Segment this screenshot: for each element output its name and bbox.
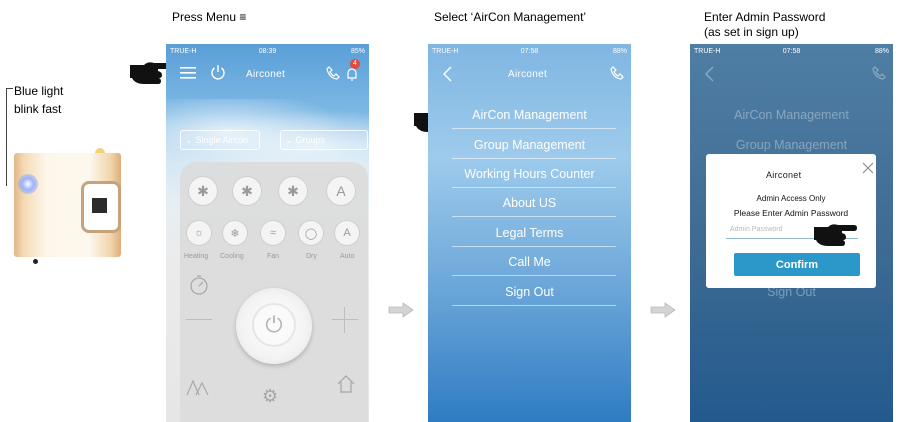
menu-item-legal-terms[interactable]: Legal Terms: [428, 226, 631, 240]
timer-icon[interactable]: [188, 274, 210, 296]
device-button[interactable]: [92, 198, 107, 213]
device-foot: [33, 259, 38, 264]
back-chevron-icon[interactable]: [704, 66, 714, 82]
home-icon[interactable]: [336, 374, 356, 394]
hamburger-menu-icon[interactable]: [180, 66, 196, 80]
back-chevron-icon[interactable]: [442, 66, 452, 82]
chevron-down-icon: ⌄: [285, 134, 293, 145]
fan-mode-icon[interactable]: ≈: [260, 220, 286, 246]
menu-item-call-me[interactable]: Call Me: [428, 255, 631, 269]
power-toggle-icon[interactable]: [210, 64, 226, 80]
phone-call-icon[interactable]: [872, 66, 886, 80]
blue-led-icon: [18, 174, 38, 194]
menu-item-group-management[interactable]: Group Management: [428, 138, 631, 152]
phone-screen-admin-login: TRUE-H 07:58 88% AirCon Management Group…: [690, 44, 893, 422]
menu-divider: [452, 158, 616, 159]
clock-label: 08:39: [258, 47, 277, 55]
app-logo: Airconet: [246, 69, 286, 80]
menu-divider: [452, 128, 616, 129]
menu-item-group-management-dimmed: Group Management: [735, 138, 848, 152]
power-symbol-icon: ⏻: [252, 303, 296, 347]
pointing-hand-icon: [814, 224, 857, 246]
admin-access-text: Admin Access Only: [756, 194, 826, 203]
single-aircon-label: Single Aircon: [195, 135, 249, 145]
status-bar: TRUE-H 07:58 88%: [428, 44, 631, 58]
device-note: Blue light blink fast: [14, 82, 63, 118]
heating-icon[interactable]: ☼: [186, 220, 212, 246]
menu-item-aircon-management-dimmed: AirCon Management: [734, 108, 849, 122]
mode-label-dry: Dry: [306, 253, 317, 260]
temp-plus-button[interactable]: [332, 319, 358, 320]
confirm-button[interactable]: Confirm: [734, 253, 860, 276]
fan-auto-button[interactable]: A: [326, 176, 356, 206]
close-icon[interactable]: [862, 162, 874, 174]
menu-item-sign-out[interactable]: Sign Out: [428, 285, 631, 299]
phone-screen-menu: TRUE-H 07:58 88% Airconet AirCon Managem…: [428, 44, 631, 422]
menu-divider: [452, 187, 616, 188]
groups-label: Groups: [295, 135, 326, 145]
menu-divider: [452, 216, 616, 217]
mode-label-auto: Auto: [340, 253, 355, 260]
step2-caption: Select ‘AirCon Management’: [434, 10, 587, 24]
status-bar: TRUE-H 08:39 85%: [166, 44, 369, 58]
chevron-down-icon: ⌄: [185, 134, 193, 145]
menu-divider: [452, 246, 616, 247]
phone-screen-home: TRUE-H 08:39 85% Airconet 4 ⌄ Single Air…: [166, 44, 369, 422]
fan-low-icon[interactable]: ✱: [188, 176, 218, 206]
phone-call-icon[interactable]: [326, 66, 340, 80]
fan-medium-icon[interactable]: ✱: [232, 176, 262, 206]
arrow-right-icon: [650, 302, 676, 318]
dialog-logo: Airconet: [766, 170, 802, 180]
status-bar: TRUE-H 07:58 88%: [690, 44, 893, 58]
groups-dropdown[interactable]: ⌄ Groups: [280, 130, 368, 150]
temp-plus-button-vertical[interactable]: [344, 307, 345, 333]
temp-minus-button[interactable]: [186, 319, 212, 320]
single-aircon-dropdown[interactable]: ⌄ Single Aircon: [180, 130, 260, 150]
settings-gear-icon[interactable]: ⚙: [262, 386, 278, 407]
step3-caption-line2: (as set in sign up): [704, 25, 799, 39]
app-logo: Airconet: [508, 69, 548, 80]
mode-label-heating: Heating: [184, 253, 209, 260]
phone-call-icon[interactable]: [610, 66, 624, 80]
dry-icon[interactable]: ◯: [298, 220, 324, 246]
clock-label: 07:58: [520, 47, 539, 55]
mode-label-cooling: Cooling: [220, 253, 244, 260]
menu-item-aircon-management[interactable]: AirCon Management: [428, 108, 631, 122]
cooling-icon[interactable]: ❄: [222, 220, 248, 246]
auto-mode-button[interactable]: A: [334, 220, 360, 246]
callout-bracket: [6, 88, 13, 186]
step3-caption-line1: Enter Admin Password: [704, 10, 826, 24]
mode-label-fan: Fan: [267, 253, 280, 260]
clock-label: 07:58: [782, 47, 801, 55]
trees-icon[interactable]: [186, 378, 212, 396]
fan-high-icon[interactable]: ✱: [278, 176, 308, 206]
step1-caption: Press Menu ≡: [172, 10, 247, 24]
enter-password-prompt: Please Enter Admin Password: [733, 208, 849, 218]
menu-divider: [452, 275, 616, 276]
arrow-right-icon: [388, 302, 414, 318]
menu-divider: [452, 305, 616, 306]
menu-item-about-us[interactable]: About US: [428, 196, 631, 210]
device-note-line1: Blue light: [14, 84, 64, 98]
menu-item-working-hours-counter[interactable]: Working Hours Counter: [428, 167, 631, 181]
notification-badge: 4: [350, 59, 360, 69]
device-note-line2: blink fast: [14, 102, 62, 116]
